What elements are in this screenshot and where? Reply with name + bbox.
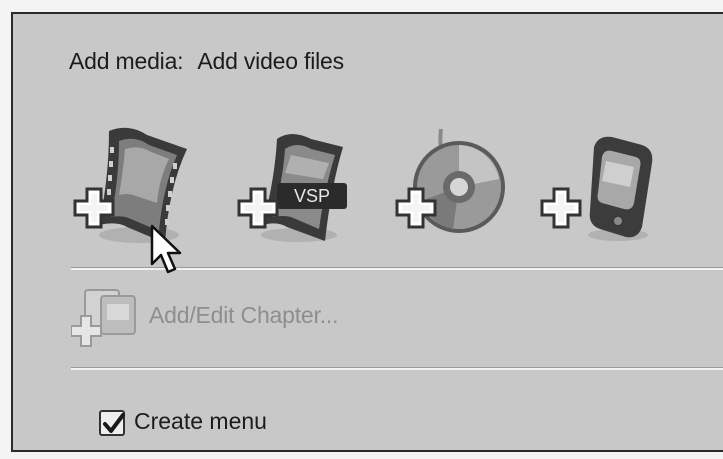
svg-text:VSP: VSP <box>294 186 330 206</box>
add-media-prefix: Add media: <box>69 48 184 74</box>
mouse-cursor-icon <box>150 224 182 274</box>
mobile-device-icon <box>540 136 653 241</box>
create-menu-label: Create menu <box>134 408 267 434</box>
add-media-description: Add video files <box>197 48 344 74</box>
add-media-panel: Add media: Add video files VSP Add/Edit … <box>11 12 723 452</box>
chapter-label: Add/Edit Chapter... <box>149 302 339 328</box>
disc-icon <box>395 128 505 233</box>
add-media-heading: Add media: Add video files <box>69 48 344 75</box>
divider <box>71 367 723 370</box>
plus-icon <box>540 187 582 229</box>
checkmark-icon <box>103 413 125 433</box>
add-mobile-device-button[interactable] <box>538 117 668 257</box>
add-disc-button[interactable] <box>391 117 521 257</box>
add-vsp-project-button[interactable]: VSP <box>231 117 361 257</box>
add-edit-chapter-button[interactable]: Add/Edit Chapter... <box>71 286 491 347</box>
vsp-project-icon: VSP <box>237 134 347 242</box>
chapter-icon <box>71 289 136 347</box>
checkbox[interactable] <box>99 410 125 436</box>
